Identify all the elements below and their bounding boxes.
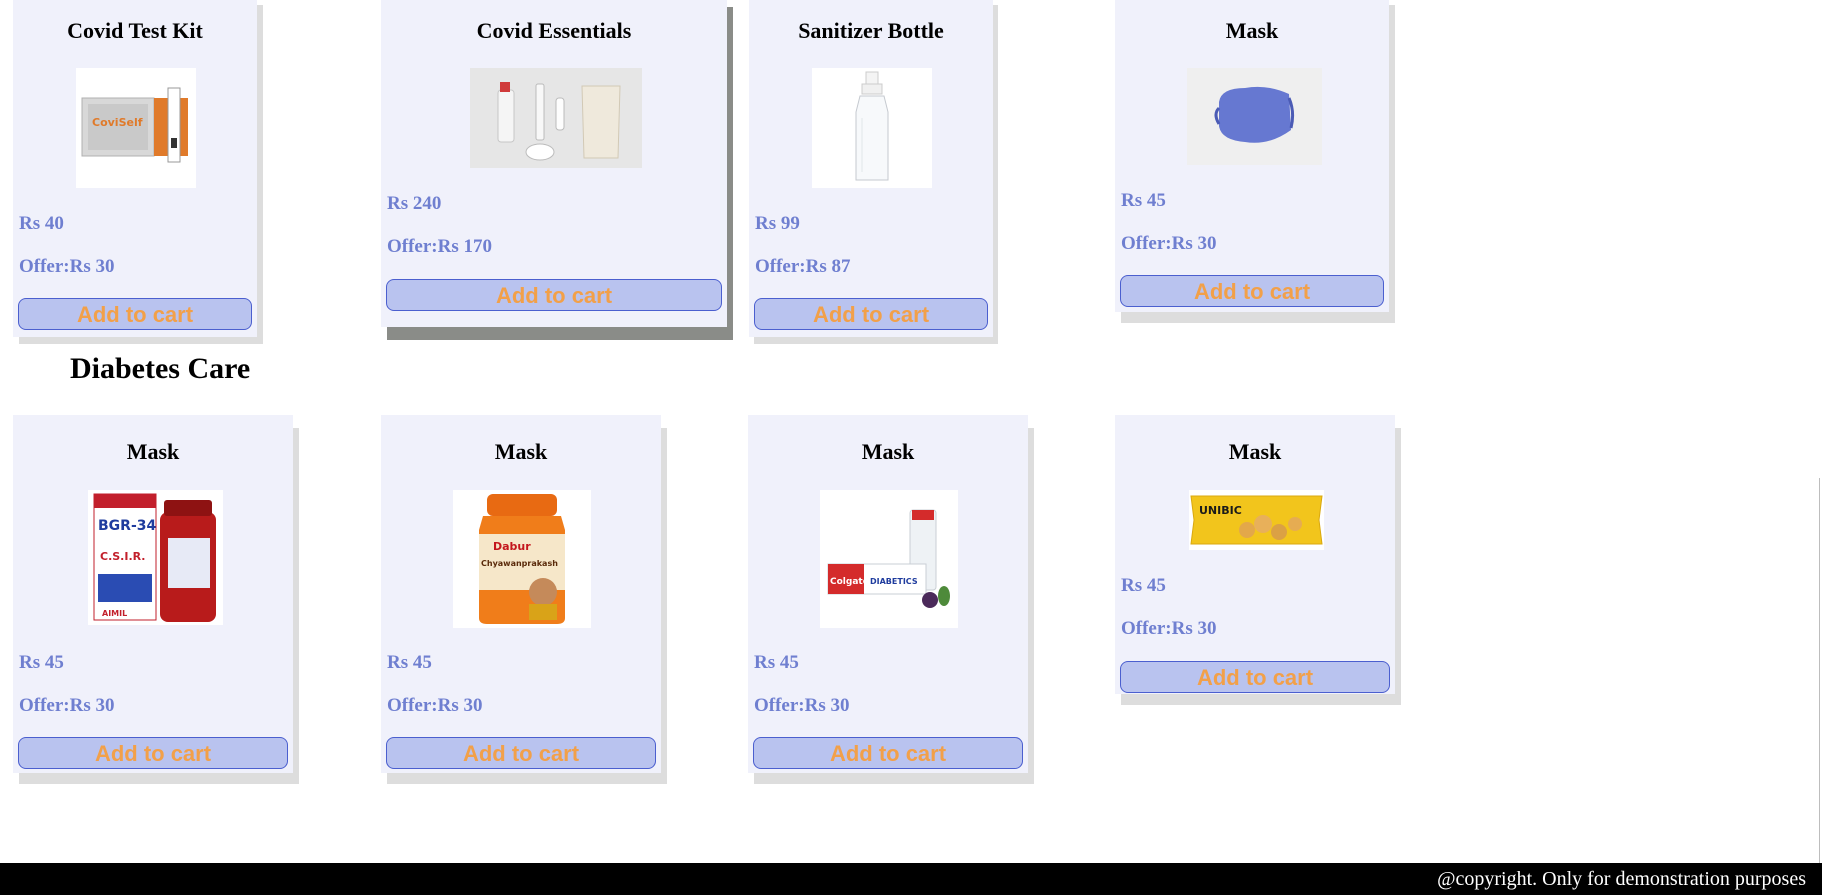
footer: @copyright. Only for demonstration purpo… [0,863,1822,895]
product-price: Rs 45 [1121,575,1166,596]
chyawan-brand: Dabur [493,540,531,553]
product-image [470,68,642,168]
colgate-variant: DIABETICS [870,577,918,586]
product-card: Sanitizer Bottle Rs 99 Offer:Rs 87 Add t… [749,0,993,337]
product-name: Covid Test Kit [67,18,203,43]
colgate-brand: Colgate [830,577,869,587]
product-price: Rs 45 [754,652,799,673]
product-image: Colgate DIABETICS [820,490,958,628]
product-image [1187,68,1322,165]
product-price: Rs 40 [19,213,64,234]
product-name: Mask [126,439,180,464]
add-to-cart-button[interactable]: Add to cart [18,298,252,330]
product-price: Rs 45 [1121,190,1166,211]
product-offer: Offer:Rs 30 [19,256,115,277]
chyawan-name: Chyawanprakash [481,559,558,568]
add-to-cart-button[interactable]: Add to cart [753,737,1023,769]
product-name: Mask [861,439,915,464]
add-to-cart-button[interactable]: Add to cart [386,279,722,311]
product-price: Rs 45 [387,652,432,673]
bgr-name: BGR-34 [98,518,156,534]
unibic-brand: UNIBIC [1199,504,1242,517]
product-offer: Offer:Rs 30 [19,695,115,716]
product-card: Mask Dabur Chyawanprakash Rs 45 Offer:Rs… [381,415,661,773]
product-price: Rs 45 [19,652,64,673]
product-card: Mask Colgate DIABETICS Rs 45 Offer:Rs 30… [748,415,1028,773]
product-name: Covid Essentials [476,18,632,43]
product-name: Mask [494,439,548,464]
product-card: Covid Essentials Rs 240 Offer:Rs 170 Add… [381,0,727,327]
product-name: Sanitizer Bottle [798,18,944,43]
product-image: Dabur Chyawanprakash [453,490,591,628]
product-offer: Offer:Rs 30 [387,695,483,716]
product-price: Rs 240 [387,193,442,214]
product-image: BGR-34 C.S.I.R. AIMIL [88,490,223,625]
product-card: Mask BGR-34 C.S.I.R. AIMIL Rs 45 Offer:R… [13,415,293,773]
product-image [812,68,932,188]
add-to-cart-button[interactable]: Add to cart [1120,661,1390,693]
product-offer: Offer:Rs 170 [387,236,492,257]
test-kit-brand: CoviSelf [92,116,143,129]
product-offer: Offer:Rs 87 [755,256,851,277]
product-price: Rs 99 [755,213,800,234]
product-name: Mask [1228,439,1282,464]
bgr-org: C.S.I.R. [100,550,145,563]
product-name: Mask [1225,18,1279,43]
product-image: CoviSelf [76,68,196,188]
product-offer: Offer:Rs 30 [754,695,850,716]
product-offer: Offer:Rs 30 [1121,233,1217,254]
product-offer: Offer:Rs 30 [1121,618,1217,639]
scrollbar-edge[interactable] [1819,478,1820,863]
bgr-maker: AIMIL [102,609,127,618]
product-card: Covid Test Kit CoviSelf Rs 40 Offer:Rs 3… [13,0,257,337]
product-card: Mask UNIBIC Rs 45 Offer:Rs 30 Add to car… [1115,415,1395,694]
product-image: UNIBIC [1189,490,1324,550]
product-card: Mask Rs 45 Offer:Rs 30 Add to cart [1115,0,1389,312]
add-to-cart-button[interactable]: Add to cart [754,298,988,330]
add-to-cart-button[interactable]: Add to cart [386,737,656,769]
add-to-cart-button[interactable]: Add to cart [18,737,288,769]
add-to-cart-button[interactable]: Add to cart [1120,275,1384,307]
section-title: Diabetes Care [70,352,251,385]
